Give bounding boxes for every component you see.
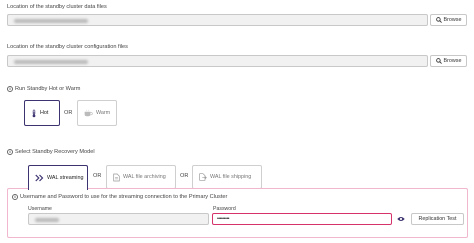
username-label: Username [28, 206, 52, 212]
username-input[interactable] [28, 213, 209, 225]
browse-label: Browse [443, 58, 462, 64]
data-files-path-redacted [14, 18, 88, 23]
run-mode-or: OR [64, 110, 73, 116]
selected-tab-connector [28, 187, 88, 190]
eye-icon [397, 217, 405, 221]
wal-streaming-label: WAL streaming [47, 174, 84, 181]
replication-test-label: Replication Test [418, 216, 457, 222]
coffee-cup-icon [84, 109, 93, 117]
file-transfer-icon [199, 173, 207, 181]
info-icon: i [12, 194, 18, 200]
password-value: ••••••••• [217, 216, 230, 222]
wal-file-archiving-option-card[interactable]: WAL file archiving [106, 165, 176, 189]
streaming-credentials-label: Username and Password to use for the str… [20, 194, 228, 200]
show-password-toggle[interactable] [396, 214, 406, 224]
info-icon: i [7, 149, 13, 155]
wal-streaming-option-card[interactable]: WAL streaming [28, 165, 88, 189]
recovery-or-1: OR [93, 173, 102, 179]
hot-option-label: Hot [40, 110, 49, 116]
file-icon [113, 173, 120, 181]
config-files-input[interactable] [7, 55, 428, 67]
search-icon [435, 17, 442, 23]
warm-option-card[interactable]: Warm [77, 100, 117, 126]
run-mode-label: Run Standby Hot or Warm [15, 86, 81, 92]
recovery-or-2: OR [180, 173, 189, 179]
config-files-label: Location of the standby cluster configur… [7, 44, 128, 50]
wal-file-shipping-option-card[interactable]: WAL file shipping [192, 165, 262, 189]
data-files-input[interactable] [7, 14, 428, 26]
recovery-model-heading: i Select Standby Recovery Model [7, 149, 95, 155]
warm-option-label: Warm [96, 110, 111, 116]
recovery-model-label: Select Standby Recovery Model [15, 149, 95, 155]
replication-test-button[interactable]: Replication Test [411, 213, 464, 225]
run-mode-heading: i Run Standby Hot or Warm [7, 86, 80, 92]
password-label: Password [213, 206, 236, 212]
username-value-redacted [35, 217, 59, 222]
hot-option-card[interactable]: Hot [24, 100, 60, 126]
thermometer-icon [32, 109, 36, 117]
browse-label: Browse [443, 17, 462, 23]
info-icon: i [7, 86, 13, 92]
config-files-browse-button[interactable]: Browse [430, 55, 467, 67]
chevrons-right-icon [35, 174, 44, 181]
search-icon [435, 58, 442, 64]
wal-file-shipping-label: WAL file shipping [210, 174, 252, 180]
streaming-credentials-heading: i Username and Password to use for the s… [12, 194, 227, 200]
data-files-label: Location of the standby cluster data fil… [7, 4, 107, 10]
config-files-path-redacted [14, 59, 88, 64]
password-input[interactable]: ••••••••• [212, 213, 392, 225]
data-files-browse-button[interactable]: Browse [430, 14, 467, 26]
wal-file-archiving-label: WAL file archiving [123, 174, 166, 180]
